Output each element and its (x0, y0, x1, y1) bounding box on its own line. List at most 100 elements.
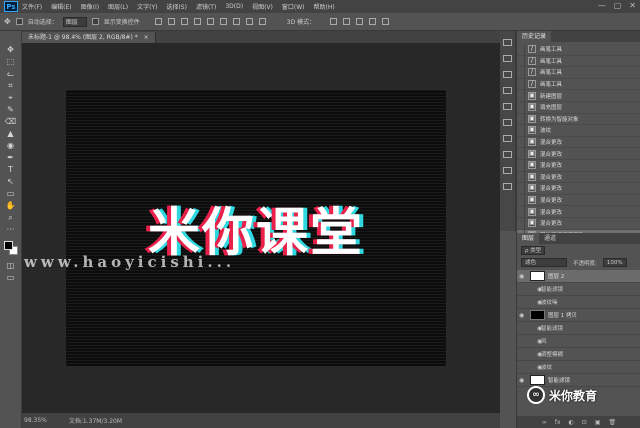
align-top-icon[interactable] (154, 18, 162, 25)
history-item[interactable]: / 画笔工具 (517, 78, 640, 91)
history-source-checkbox[interactable] (517, 217, 525, 229)
history-item[interactable]: ▣ 填充图层 (517, 101, 640, 114)
filter-effect-name[interactable]: 智能滤镜 (541, 324, 563, 332)
layer-name[interactable]: 智能滤镜 (548, 376, 570, 384)
visibility-eye-icon[interactable]: ◉ (519, 338, 542, 345)
swatches-panel-icon[interactable] (503, 135, 512, 142)
3d-roll-icon[interactable] (343, 18, 351, 25)
move-tool-icon[interactable]: ✥ (5, 45, 17, 55)
link-layers-icon[interactable]: ∞ (542, 419, 547, 426)
visibility-eye-icon[interactable]: ◉ (519, 364, 542, 371)
visibility-eye-icon[interactable]: ◉ (519, 351, 542, 358)
shape-tool-icon[interactable]: ▭ (5, 189, 17, 199)
history-item[interactable]: / 画笔工具 (517, 43, 640, 56)
history-item[interactable]: ▣ 混合更改 (517, 182, 640, 195)
layer-row[interactable]: ◉ 图层 2 (517, 270, 640, 283)
menu-edit[interactable]: 编辑(E) (51, 2, 71, 11)
blur-tool-icon[interactable]: ▲ (5, 129, 17, 139)
history-source-checkbox[interactable] (517, 206, 525, 218)
history-source-checkbox[interactable] (517, 55, 525, 67)
history-source-checkbox[interactable] (517, 124, 525, 136)
layer-style-icon[interactable]: fx (555, 419, 561, 426)
menu-file[interactable]: 文件(F) (22, 2, 42, 11)
actions-panel-icon[interactable] (503, 183, 512, 190)
3d-scale-icon[interactable] (382, 18, 390, 25)
menu-help[interactable]: 帮助(H) (314, 2, 335, 11)
filter-effect-name[interactable]: 波纹 (541, 363, 552, 371)
history-item[interactable]: ▣ 新建图层 (517, 90, 640, 102)
auto-select-checkbox[interactable] (15, 18, 23, 25)
menu-type[interactable]: 文字(Y) (137, 2, 157, 11)
align-center-icon[interactable] (206, 18, 214, 25)
menu-select[interactable]: 选择(S) (166, 2, 187, 11)
document-tab[interactable]: 未标题-1 @ 98.4% (图层 2, RGB/8#) * × (22, 32, 156, 43)
menu-3d[interactable]: 3D(D) (225, 3, 243, 10)
zoom-level[interactable]: 98.35% (24, 417, 47, 424)
history-source-checkbox[interactable] (517, 136, 525, 148)
adjustment-layer-icon[interactable]: ◐ (569, 419, 574, 426)
tab-layers[interactable]: 图层 (517, 233, 540, 244)
layer-kind-filter[interactable]: ρ 类型 (521, 246, 546, 255)
canvas-area[interactable]: 米你课堂 www.haoyicishi... (22, 43, 500, 413)
color-swatches[interactable] (3, 241, 18, 255)
history-item[interactable]: / 画笔工具 (517, 55, 640, 68)
delete-layer-icon[interactable]: 🗑 (609, 419, 617, 426)
tab-channels[interactable]: 通道 (539, 233, 561, 244)
history-source-checkbox[interactable] (517, 194, 525, 206)
history-source-checkbox[interactable] (517, 78, 525, 90)
tab-close-icon[interactable]: × (144, 34, 149, 41)
character-panel-icon[interactable] (503, 71, 512, 78)
show-transform-checkbox[interactable] (91, 18, 99, 25)
menu-window[interactable]: 窗口(W) (282, 2, 305, 11)
filter-effect-name[interactable]: 调整模糊 (541, 350, 563, 358)
history-source-checkbox[interactable] (517, 113, 525, 125)
filter-effect-name[interactable]: 波纹噪 (541, 298, 558, 306)
brush-tool-icon[interactable]: ✎ (5, 105, 17, 115)
adjustments-panel-icon[interactable] (503, 119, 512, 126)
type-tool-icon[interactable]: T (5, 165, 17, 175)
distribute-icon[interactable] (245, 18, 253, 25)
history-source-checkbox[interactable] (517, 182, 525, 194)
3d-slide-icon[interactable] (369, 18, 377, 25)
minimize-icon[interactable]: — (598, 1, 606, 10)
history-source-checkbox[interactable] (517, 90, 525, 102)
quick-mask-icon[interactable]: ◫ (5, 261, 17, 271)
screen-mode-icon[interactable]: ▭ (5, 273, 17, 283)
filter-effect-name[interactable]: 智能滤镜 (541, 285, 563, 293)
history-source-checkbox[interactable] (517, 159, 525, 171)
history-source-checkbox[interactable] (517, 66, 525, 78)
history-source-checkbox[interactable] (517, 148, 525, 160)
foreground-color-swatch[interactable] (3, 241, 13, 250)
align-middle-icon[interactable] (167, 18, 175, 25)
hand-tool-icon[interactable]: ✋ (5, 201, 17, 211)
history-item[interactable]: ▣ 混合更改 (517, 171, 640, 184)
more-tools-icon[interactable]: ··· (5, 225, 17, 235)
history-item[interactable]: / 画笔工具 (517, 66, 640, 79)
history-item[interactable]: ▣ 混合更改 (517, 206, 640, 218)
history-item[interactable]: ▣ 波纹 (517, 124, 640, 137)
visibility-eye-icon[interactable]: ◉ (519, 286, 542, 293)
history-source-checkbox[interactable] (517, 101, 525, 113)
pen-tool-icon[interactable]: ✒ (5, 153, 17, 163)
document-canvas[interactable]: 米你课堂 (66, 90, 446, 366)
history-item[interactable]: ▣ 混合更改 (517, 136, 640, 149)
filter-effect-row[interactable]: ◉ 智能滤镜 (517, 322, 640, 335)
history-panel-icon[interactable] (503, 39, 512, 46)
menu-layer[interactable]: 图层(L) (108, 2, 128, 11)
auto-select-dropdown[interactable]: 图层 (62, 16, 87, 27)
history-item[interactable]: ▣ 混合更改 (517, 217, 640, 230)
history-item[interactable]: ▣ 混合更改 (517, 194, 640, 207)
eraser-tool-icon[interactable]: ⌫ (5, 117, 17, 127)
align-right-icon[interactable] (219, 18, 227, 25)
layer-row[interactable]: ◉ 图层 1 拷贝 (517, 309, 640, 322)
3d-pan-icon[interactable] (356, 18, 364, 25)
filter-effect-name[interactable]: 风 (541, 337, 547, 345)
eyedropper-tool-icon[interactable]: ⌖ (5, 93, 17, 103)
menu-image[interactable]: 图像(I) (81, 2, 99, 11)
opacity-input[interactable]: 100% (602, 258, 627, 267)
visibility-eye-icon[interactable]: ◉ (519, 377, 527, 384)
align-bottom-icon[interactable] (180, 18, 188, 25)
menu-view[interactable]: 视图(V) (252, 2, 273, 11)
filter-effect-row[interactable]: ◉ 波纹 (517, 361, 640, 374)
distribute-icon[interactable] (258, 18, 266, 25)
